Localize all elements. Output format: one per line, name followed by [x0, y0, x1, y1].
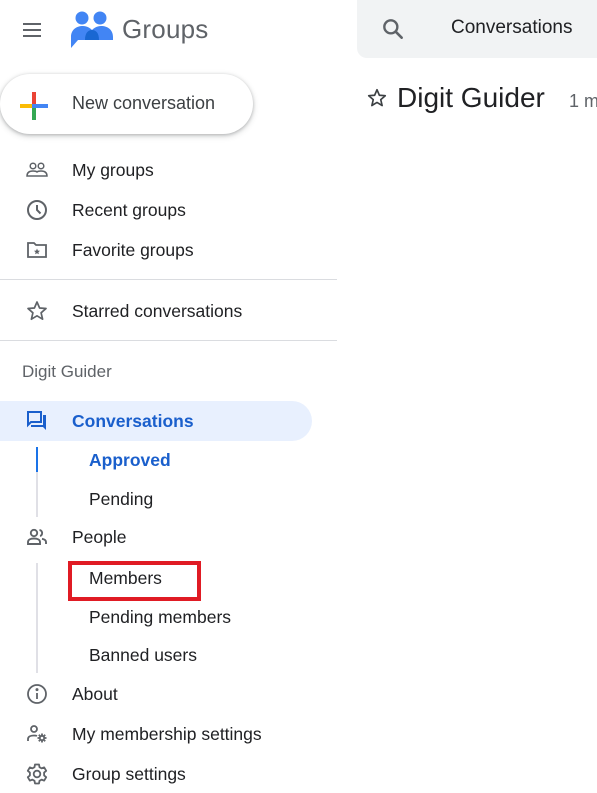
- nav-label: About: [72, 683, 118, 704]
- info-icon: [24, 681, 50, 707]
- people-icon: [24, 524, 50, 550]
- nav-label: Starred conversations: [72, 300, 243, 321]
- nav-label: My membership settings: [72, 723, 262, 744]
- member-count: 1 m: [569, 91, 597, 111]
- nav-label: Conversations: [72, 410, 194, 431]
- groups-logo-icon[interactable]: [70, 10, 114, 50]
- nav-people[interactable]: People: [0, 517, 312, 557]
- nav-label: People: [72, 526, 127, 547]
- nav-group-settings[interactable]: Group settings: [0, 754, 312, 793]
- folder-star-icon: [24, 237, 50, 263]
- gear-icon: [24, 761, 50, 787]
- search-icon[interactable]: [380, 16, 406, 42]
- tree-line: [36, 563, 38, 673]
- nav-label: My groups: [72, 159, 154, 180]
- nav-label: Recent groups: [72, 199, 186, 220]
- nav-banned-users[interactable]: Banned users: [89, 645, 197, 666]
- members-highlight-annotation: [68, 561, 201, 601]
- person-settings-icon: [24, 721, 50, 747]
- nav-conversations[interactable]: Conversations: [0, 401, 312, 441]
- new-conversation-label: New conversation: [72, 93, 216, 113]
- nav-approved[interactable]: Approved: [89, 450, 171, 471]
- nav-recent-groups[interactable]: Recent groups: [0, 190, 312, 230]
- search-scope-label[interactable]: Conversations: [451, 17, 572, 39]
- group-title: Digit Guider: [397, 82, 545, 113]
- star-outline-icon: [24, 298, 50, 324]
- colored-plus-icon: [20, 92, 48, 120]
- divider: [0, 340, 337, 341]
- nav-label: Favorite groups: [72, 239, 194, 260]
- main-menu-button[interactable]: [12, 12, 52, 48]
- nav-pending-members[interactable]: Pending members: [89, 607, 231, 628]
- people-outline-icon: [24, 157, 50, 183]
- app-title: Groups: [122, 14, 209, 44]
- nav-about[interactable]: About: [0, 674, 312, 714]
- nav-favorite-groups[interactable]: Favorite groups: [0, 230, 312, 270]
- tree-line-active: [36, 447, 38, 472]
- nav-label: Group settings: [72, 763, 186, 784]
- nav-my-groups[interactable]: My groups: [0, 150, 312, 190]
- clock-icon: [24, 197, 50, 223]
- tree-line: [36, 472, 38, 517]
- nav-my-membership-settings[interactable]: My membership settings: [0, 714, 312, 754]
- group-name-heading: Digit Guider: [22, 362, 112, 381]
- nav-starred-conversations[interactable]: Starred conversations: [0, 291, 312, 331]
- hamburger-menu-icon: [23, 23, 41, 37]
- forum-icon: [24, 408, 50, 434]
- divider: [0, 279, 337, 280]
- star-outline-icon[interactable]: [366, 87, 388, 109]
- nav-pending[interactable]: Pending: [89, 489, 153, 510]
